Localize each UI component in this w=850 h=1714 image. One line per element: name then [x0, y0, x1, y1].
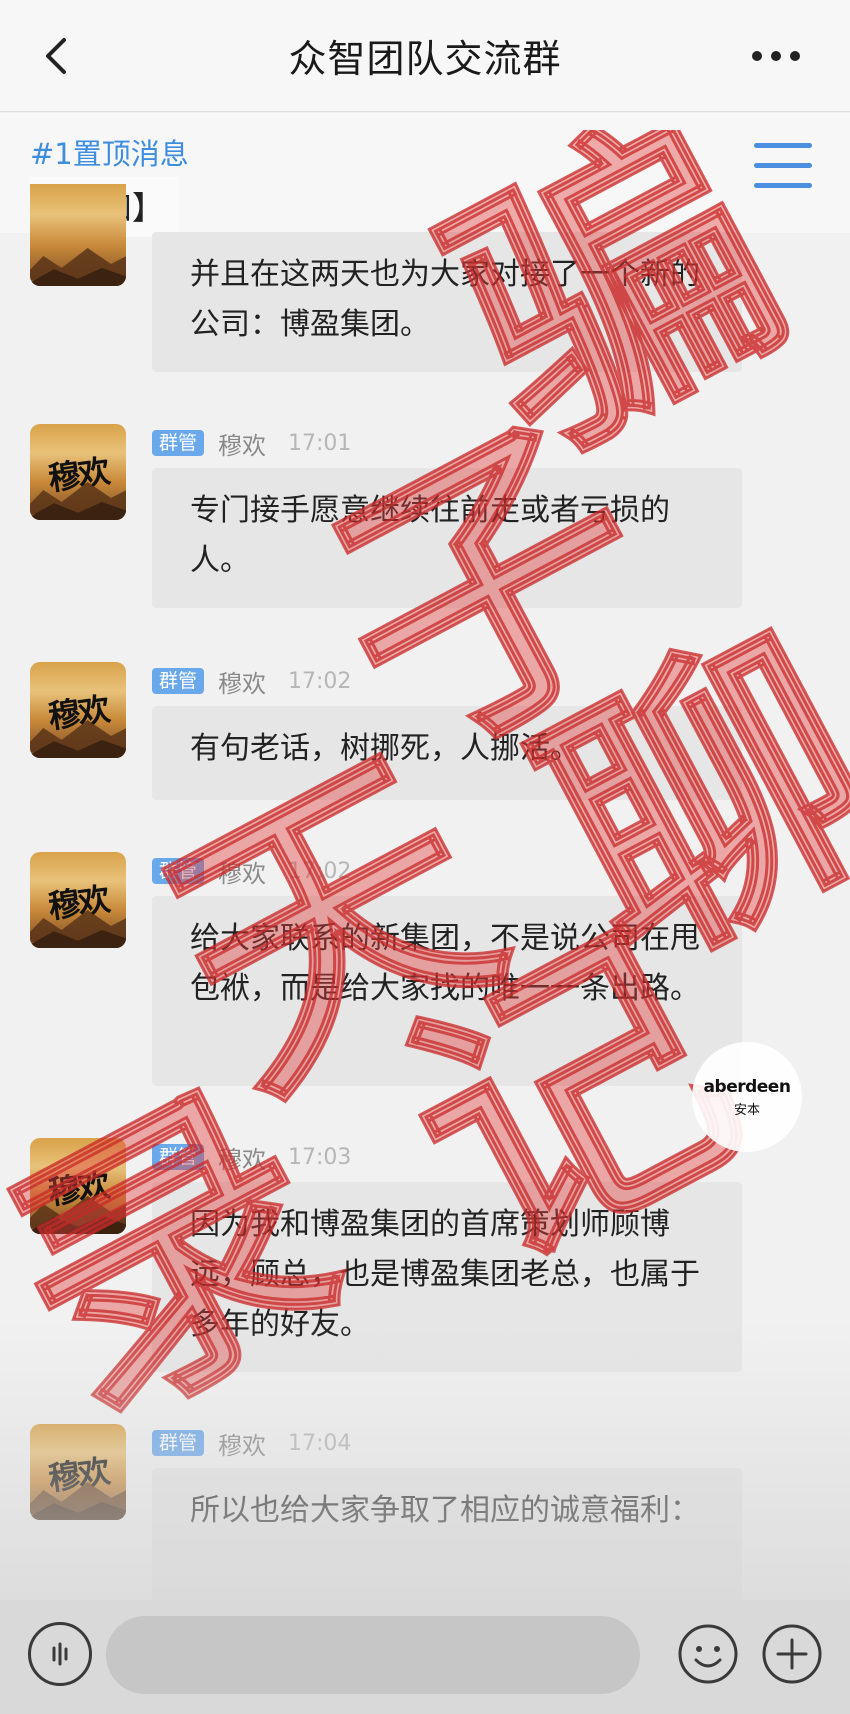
message-bubble[interactable]: 因为我和博盈集团的首席策划师顾博远，顾总，也是博盈集团老总，也属于多年的好友。: [152, 1182, 742, 1372]
add-button[interactable]: [760, 1622, 824, 1686]
message-bubble[interactable]: 给大家联系的新集团，不是说公司在甩包袱，而是给大家找的唯一一条出路。: [152, 896, 742, 1086]
pinned-tag: #1置顶消息: [30, 137, 189, 171]
role-badge: 群管: [152, 1430, 205, 1456]
avatar[interactable]: 穆欢: [30, 424, 126, 520]
sender-name[interactable]: 穆欢: [218, 664, 266, 699]
message-text: 因为我和博盈集团的首席策划师顾博远，顾总，也是博盈集团老总，也属于多年的好友。: [190, 1207, 700, 1342]
more-button[interactable]: [746, 36, 806, 76]
chat-screen: 众智团队交流群 #1置顶消息 【通知】 并且在这两天也为大家对接了一个新的公司：…: [0, 0, 850, 1714]
sender-name[interactable]: 穆欢: [218, 426, 266, 461]
logo-text: aberdeen: [703, 1076, 791, 1097]
message-time: 17:04: [288, 1430, 352, 1456]
message-meta: 群管 穆欢 17:01: [152, 426, 352, 461]
input-bar: [0, 1600, 850, 1714]
message-meta: 群管 穆欢 17:02: [152, 664, 352, 699]
logo-watermark: aberdeen 安本: [692, 1042, 802, 1152]
menu-icon-line: [754, 183, 812, 188]
message-time: 17:01: [288, 430, 352, 456]
chat-title: 众智团队交流群: [288, 37, 562, 81]
avatar[interactable]: 穆欢: [30, 852, 126, 948]
role-badge: 群管: [152, 668, 205, 694]
pinned-list-button[interactable]: [754, 143, 812, 195]
avatar[interactable]: 穆欢: [30, 662, 126, 758]
message-text: 给大家联系的新集团，不是说公司在甩包袱，而是给大家找的唯一一条出路。: [190, 921, 700, 1006]
role-badge: 群管: [152, 430, 205, 456]
message-text: 专门接手愿意继续往前走或者亏损的人。: [190, 493, 670, 578]
voice-button[interactable]: [28, 1622, 92, 1686]
message-text: 所以也给大家争取了相应的诚意福利：: [190, 1493, 700, 1528]
sender-name[interactable]: 穆欢: [218, 854, 266, 889]
message-time: 17:02: [288, 858, 352, 884]
role-badge: 群管: [152, 858, 205, 884]
message-time: 17:02: [288, 668, 352, 694]
voice-icon: [52, 1642, 68, 1666]
menu-icon-line: [754, 163, 812, 168]
message-text: 并且在这两天也为大家对接了一个新的公司：博盈集团。: [190, 257, 700, 342]
emoji-icon: [678, 1624, 738, 1684]
message-meta: 群管 穆欢 17:03: [152, 1140, 352, 1175]
message-bubble[interactable]: 有句老话，树挪死，人挪活。: [152, 706, 742, 800]
message-input[interactable]: [106, 1616, 640, 1694]
emoji-button[interactable]: [676, 1622, 740, 1686]
logo-subtext: 安本: [733, 1102, 760, 1118]
message-text: 有句老话，树挪死，人挪活。: [190, 731, 580, 766]
message-bubble[interactable]: 并且在这两天也为大家对接了一个新的公司：博盈集团。: [152, 232, 742, 372]
nav-bar: 众智团队交流群: [0, 0, 850, 112]
more-icon: [752, 51, 800, 61]
plus-icon: [762, 1624, 822, 1684]
menu-icon: [754, 143, 812, 148]
message-bubble[interactable]: 所以也给大家争取了相应的诚意福利：: [152, 1468, 742, 1618]
avatar[interactable]: 穆欢: [30, 1138, 126, 1234]
message-time: 17:03: [288, 1144, 352, 1170]
message-meta: 群管 穆欢 17:04: [152, 1426, 352, 1461]
pinned-message-bar[interactable]: #1置顶消息 【通知】: [0, 113, 850, 237]
sender-name[interactable]: 穆欢: [218, 1426, 266, 1461]
back-button[interactable]: [36, 36, 76, 76]
message-meta: 群管 穆欢 17:02: [152, 854, 352, 889]
message-bubble[interactable]: 专门接手愿意继续往前走或者亏损的人。: [152, 468, 742, 608]
sender-name[interactable]: 穆欢: [218, 1140, 266, 1175]
role-badge: 群管: [152, 1144, 205, 1170]
avatar[interactable]: [30, 184, 126, 286]
avatar[interactable]: 穆欢: [30, 1424, 126, 1520]
chevron-left-icon: [46, 38, 66, 74]
